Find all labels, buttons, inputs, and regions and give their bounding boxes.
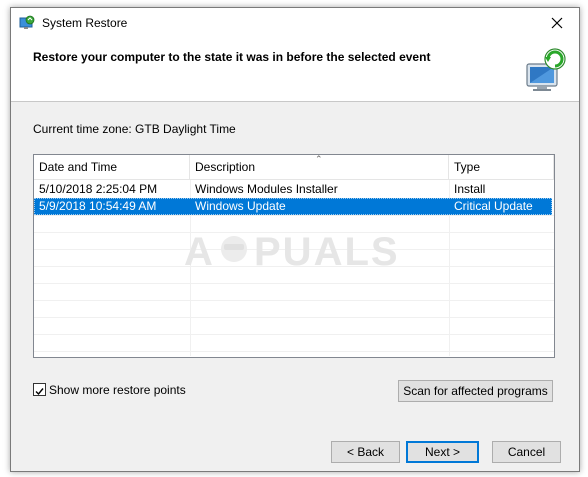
checkmark-icon: [35, 388, 44, 396]
back-button[interactable]: < Back: [331, 441, 400, 463]
window-title: System Restore: [42, 16, 128, 30]
cell-description: Windows Update: [195, 199, 286, 213]
next-button[interactable]: Next >: [406, 441, 479, 463]
monitor-restore-icon: [526, 48, 566, 91]
wizard-header: Restore your computer to the state it wa…: [11, 38, 579, 102]
timezone-label: Current time zone: GTB Daylight Time: [33, 122, 236, 136]
close-button[interactable]: [535, 8, 579, 38]
gridline: [34, 232, 554, 233]
gridline: [34, 283, 554, 284]
cell-date: 5/9/2018 10:54:49 AM: [39, 199, 157, 213]
table-row[interactable]: 5/10/2018 2:25:04 PM Windows Modules Ins…: [34, 181, 552, 198]
column-header-date[interactable]: Date and Time: [34, 155, 190, 179]
close-icon: [551, 17, 563, 29]
table-row-selected[interactable]: 5/9/2018 10:54:49 AM Windows Update Crit…: [34, 198, 552, 215]
wizard-content: Current time zone: GTB Daylight Time Dat…: [11, 102, 579, 471]
sort-ascending-icon: ⌃: [315, 154, 323, 164]
gridline: [34, 249, 554, 250]
system-restore-window: System Restore Restore your computer to …: [10, 7, 580, 472]
scan-affected-programs-button[interactable]: Scan for affected programs: [398, 380, 553, 402]
column-header-type[interactable]: Type: [449, 155, 554, 179]
show-more-label: Show more restore points: [49, 383, 186, 397]
gridline: [34, 351, 554, 352]
system-restore-icon: [19, 15, 35, 29]
cell-type: Install: [454, 182, 486, 196]
list-header: Date and Time Description Type ⌃: [34, 155, 554, 180]
gridline: [34, 266, 554, 267]
show-more-checkbox[interactable]: [33, 383, 46, 396]
gridline: [34, 300, 554, 301]
restore-points-list[interactable]: Date and Time Description Type ⌃ 5/10/20…: [33, 154, 555, 358]
header-title: Restore your computer to the state it wa…: [33, 50, 431, 64]
list-body: 5/10/2018 2:25:04 PM Windows Modules Ins…: [34, 180, 554, 356]
cell-description: Windows Modules Installer: [195, 182, 338, 196]
gridline: [34, 334, 554, 335]
cell-date: 5/10/2018 2:25:04 PM: [39, 182, 158, 196]
gridline: [34, 215, 554, 216]
gridline: [34, 317, 554, 318]
title-bar[interactable]: System Restore: [11, 8, 579, 38]
cell-type: Critical Update: [454, 199, 533, 213]
cancel-button[interactable]: Cancel: [492, 441, 561, 463]
